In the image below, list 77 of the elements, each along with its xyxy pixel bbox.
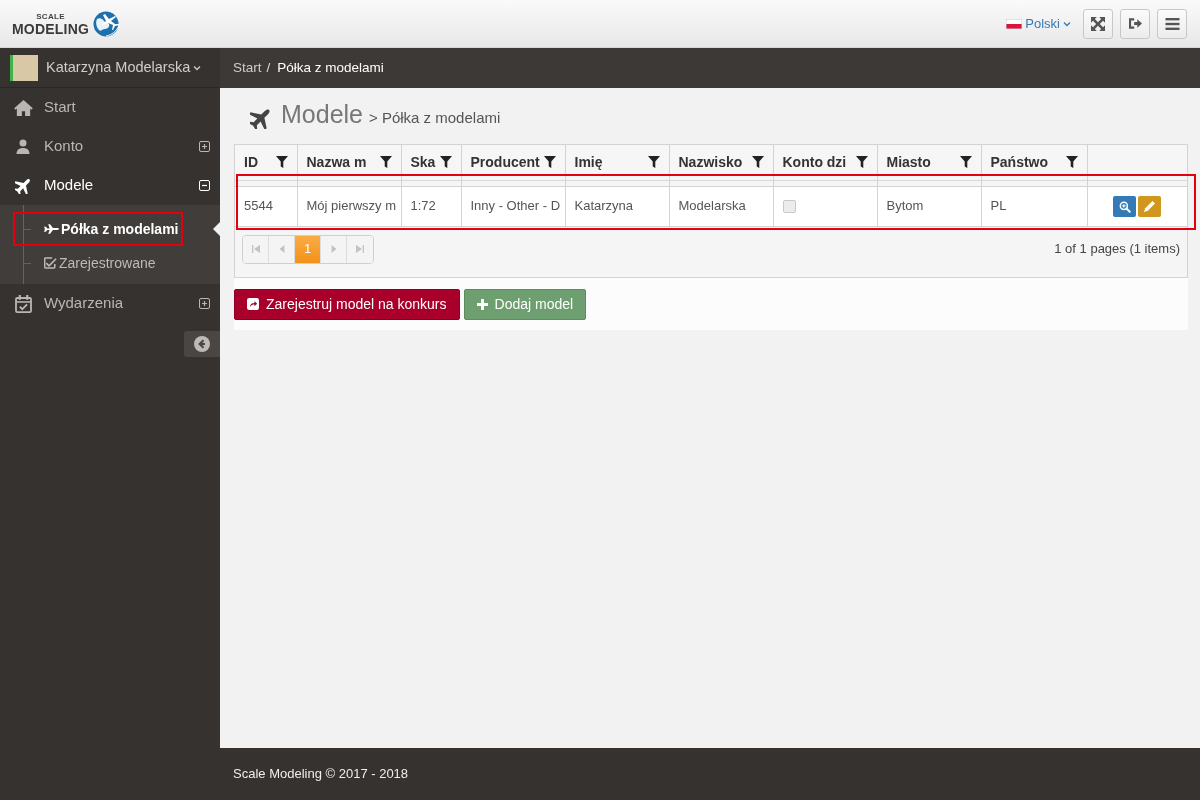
collapse-sidebar-button[interactable] [184,331,220,357]
table-cell: Katarzyna [565,186,669,226]
footer-text: Scale Modeling © 2017 - 2018 [233,765,409,784]
calendar-check-icon [14,294,32,313]
edit-button[interactable] [1138,195,1162,217]
filter-icon[interactable] [275,156,288,169]
filter-icon[interactable] [1065,156,1078,169]
caret-left-icon [277,245,286,253]
first-page-icon [251,245,260,253]
pencil-icon [1144,201,1156,213]
register-model-button[interactable]: Zarejestruj model na konkurs [234,288,460,320]
filter-icon[interactable] [751,156,764,169]
table-cell: Bytom [877,186,981,226]
expand-icon [1091,16,1105,31]
share-icon [247,298,259,310]
plus-square-icon[interactable] [199,141,210,152]
filter-icon[interactable] [543,156,556,169]
table-cell: Modelarska [669,186,773,226]
breadcrumb-link[interactable]: Start [233,57,262,79]
page-subtitle: > Półka z modelami [369,108,501,128]
sidebar-item[interactable]: Wydarzenia [0,284,220,323]
plus-square-icon[interactable] [199,298,210,309]
arrow-left-icon [194,336,210,352]
table-cell: PL [981,186,1087,226]
jet-icon [44,224,59,234]
plus-icon [476,298,488,310]
user-menu-toggle[interactable]: Katarzyna Modelarska [46,56,202,79]
column-header: ID [244,152,258,172]
column-header: Państwo [990,152,1049,172]
table-cell: Inny - Other - D [461,186,565,226]
menu-button[interactable] [1157,8,1187,39]
airplane-icon [15,177,31,194]
pager-summary: 1 of 1 pages (1 items) [1054,240,1180,259]
table-cell: Mój pierwszy m [297,186,401,226]
caret-icon [193,64,202,71]
language-dropdown[interactable]: Polski [1006,13,1071,34]
filter-icon[interactable] [855,156,868,169]
column-header: Ska [410,152,436,172]
column-header: Nazwa m [306,152,367,172]
globe-icon [92,10,123,37]
minus-square-icon[interactable] [199,180,210,191]
filter-icon[interactable] [439,156,452,169]
sign-out-icon [1128,18,1142,29]
logo-subtitle: SCALE [36,13,65,21]
table-cell: 5544 [235,186,297,226]
user-icon [16,138,30,155]
column-header: Imię [574,152,603,172]
table-cell: 1:72 [401,186,461,226]
filter-icon[interactable] [959,156,972,169]
avatar-placeholder [10,54,38,81]
breadcrumb-separator: / [266,58,271,77]
logout-button[interactable] [1120,8,1150,39]
flag-icon [1006,18,1023,29]
sidebar-subitem[interactable]: Półka z modelami [13,212,184,246]
caret-icon [1063,20,1071,27]
sidebar-item[interactable]: Modele [0,166,220,205]
logo-title: MODELING [12,22,90,36]
zoom-in-icon [1118,200,1131,213]
home-icon [13,99,33,116]
breadcrumb-current: Półka z modelami [277,58,384,77]
column-header: Konto dzi [782,152,847,172]
fullscreen-button[interactable] [1083,8,1113,39]
caret-right-icon [329,245,338,253]
sidebar-subitem[interactable]: Zarejestrowane [13,246,161,280]
last-page-icon [356,245,364,253]
column-header: Nazwisko [678,152,743,172]
view-button[interactable] [1113,195,1137,217]
page-title: Modele [281,102,363,127]
sidebar-item[interactable]: Konto [0,127,220,166]
column-header: Producent [470,152,540,172]
filter-icon[interactable] [379,156,392,169]
menu-icon [1164,17,1180,30]
column-header: Miasto [886,152,931,172]
check-square-icon [44,257,57,269]
sidebar-item[interactable]: Start [0,88,220,127]
airplane-icon [250,107,271,129]
filter-icon[interactable] [647,156,660,169]
